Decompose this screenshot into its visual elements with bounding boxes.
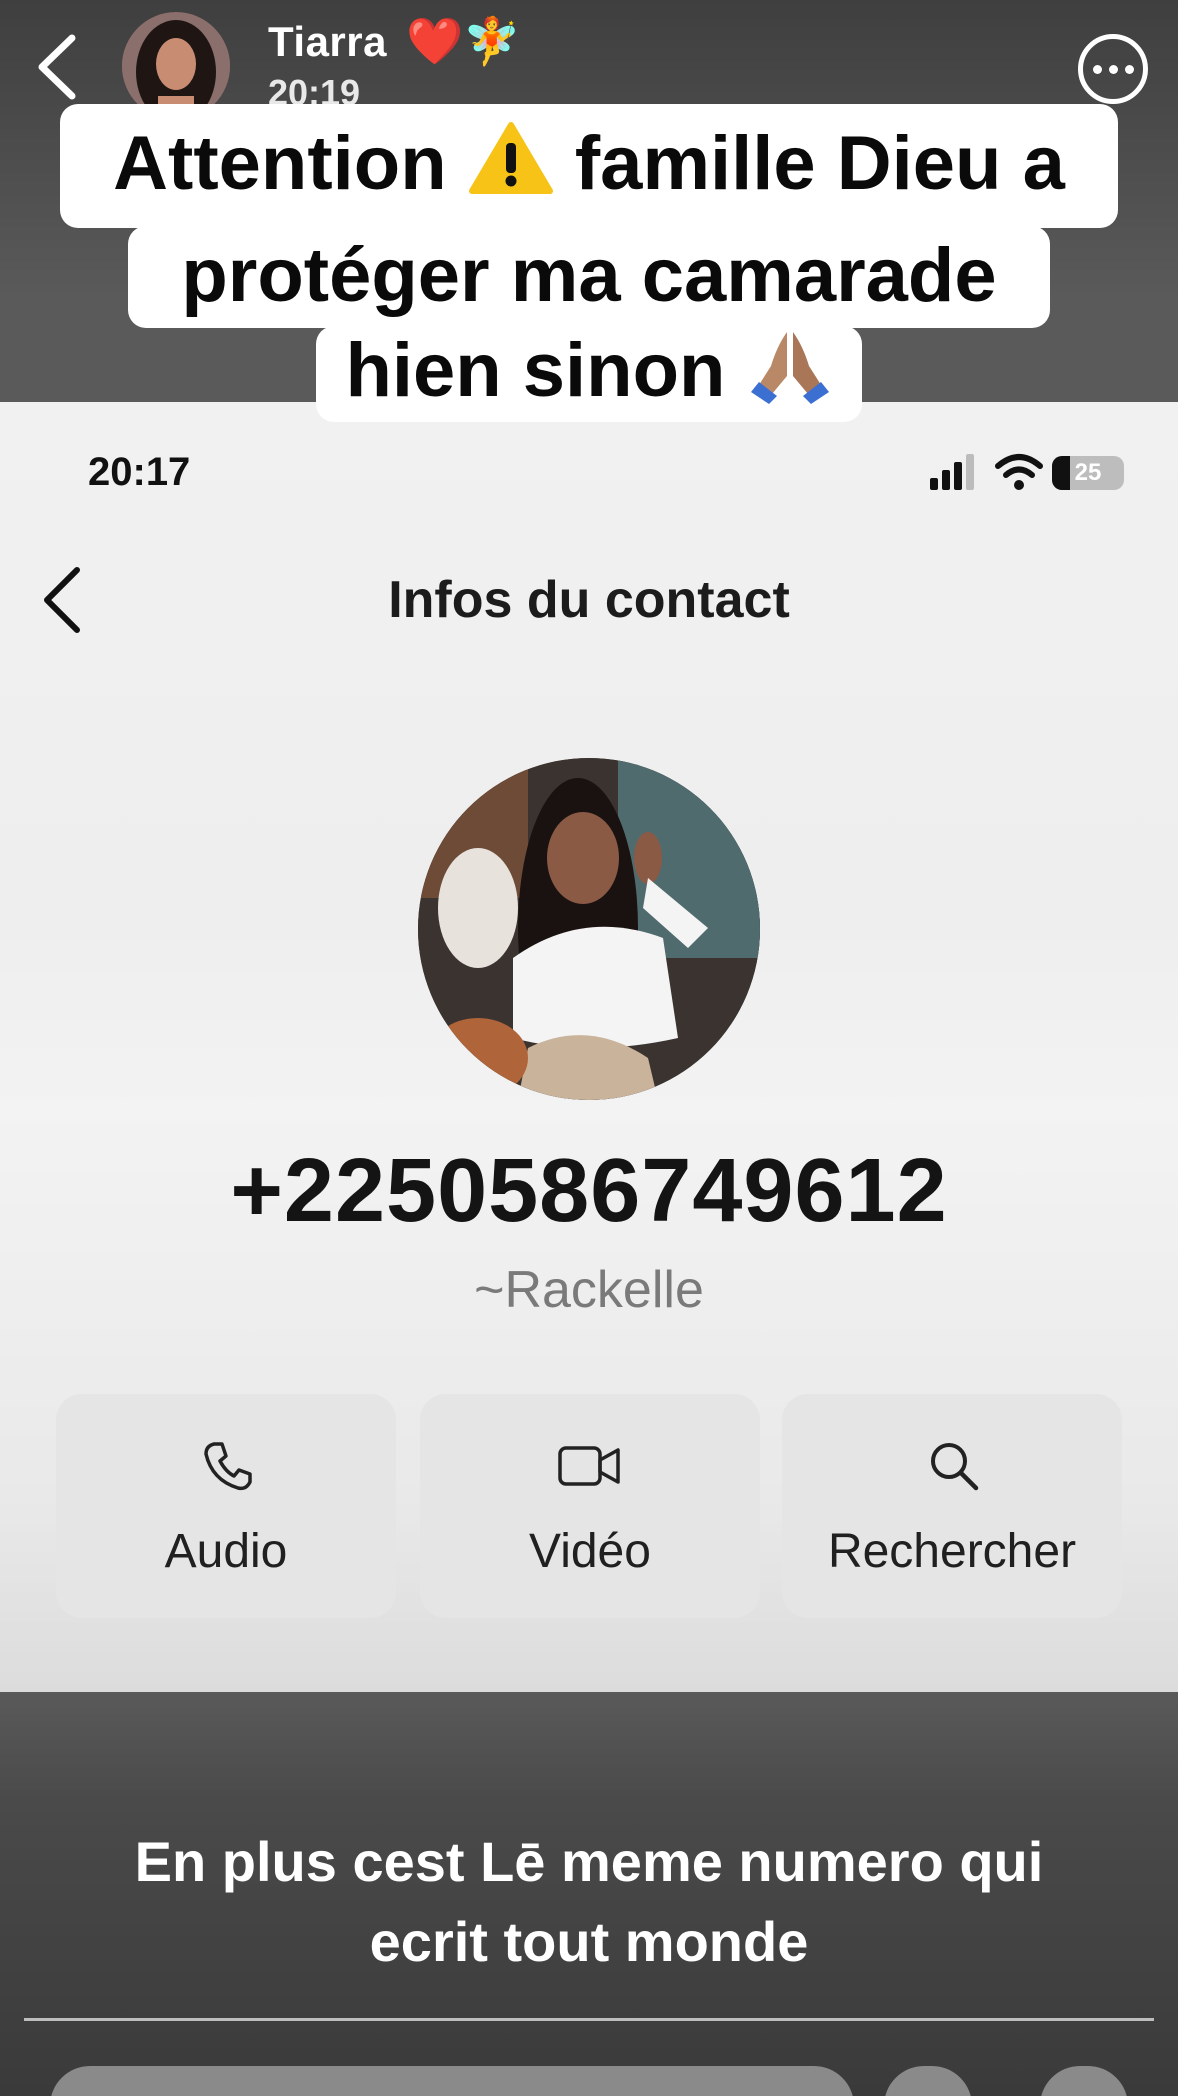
story-text: En plus cest Lē meme numero qui ecrit to… (0, 1822, 1178, 1982)
more-dot (1108, 64, 1118, 74)
search-button[interactable]: Rechercher (782, 1394, 1122, 1618)
reaction-button[interactable] (884, 2066, 972, 2096)
contact-phone-number: +2250586749612 (230, 1141, 948, 1241)
divider (24, 2018, 1154, 2021)
praying-hands-icon (747, 328, 833, 413)
caption-line-2: protéger ma camarade (128, 226, 1050, 328)
audio-call-button[interactable]: Audio (56, 1394, 396, 1618)
warning-icon (468, 110, 554, 230)
poster-emoji: ❤️🧚 (406, 15, 521, 67)
phone-icon (204, 1442, 252, 1491)
story-back-button[interactable] (30, 32, 82, 102)
more-dots-icon (1092, 64, 1102, 74)
caption-text: hien sinon (345, 328, 726, 413)
video-call-button[interactable]: Vidéo (420, 1394, 760, 1618)
contact-info-screenshot: 20:17 25 Infos du contact +2250586749612… (0, 402, 1178, 1692)
action-label: Rechercher (827, 1525, 1077, 1578)
chevron-left-icon (38, 34, 76, 100)
share-button[interactable] (1040, 2066, 1128, 2096)
more-options-button[interactable] (1078, 34, 1148, 104)
caption-line-3: hien sinon (316, 326, 862, 422)
action-label: Audio (164, 1525, 288, 1578)
story-header: Tiarra ❤️🧚 20:19 (0, 0, 1178, 120)
status-bar-time: 20:17 (88, 450, 191, 494)
caption-line-1: Attention famille Dieu a (60, 104, 1118, 228)
caption-text: famille Dieu a (574, 121, 1065, 206)
contact-profile-photo[interactable] (418, 758, 760, 1100)
story-text-line-1: En plus cest Lē meme numero qui (134, 1830, 1044, 1893)
action-label: Vidéo (529, 1525, 651, 1578)
more-dot (1124, 64, 1134, 74)
story-viewer: Tiarra ❤️🧚 20:19 20:17 25 Infos du conta… (0, 0, 1178, 2096)
reply-input[interactable] (50, 2066, 854, 2096)
battery-indicator: 25 (1052, 456, 1124, 490)
caption-text: Attention (113, 121, 447, 206)
search-icon (931, 1443, 979, 1491)
battery-level: 25 (1074, 459, 1102, 486)
poster-name[interactable]: Tiarra (268, 18, 387, 66)
wifi-icon (995, 454, 1043, 490)
status-bar-icons: 25 (928, 452, 1128, 492)
video-icon (558, 1446, 620, 1486)
contact-display-name: ~Rackelle (474, 1261, 704, 1319)
signal-icon (930, 454, 974, 490)
page-title: Infos du contact (388, 571, 790, 629)
story-text-line-2: ecrit tout monde (369, 1910, 809, 1973)
